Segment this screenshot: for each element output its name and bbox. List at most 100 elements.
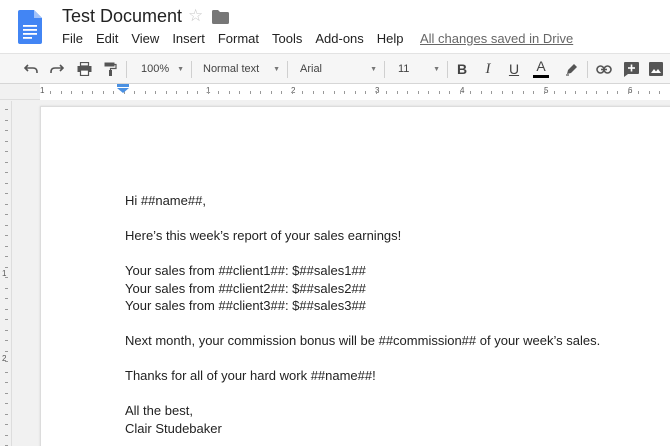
ruler-tick	[375, 91, 377, 94]
vruler-tick	[5, 287, 8, 289]
ruler-tick	[533, 91, 534, 94]
document-page[interactable]: Hi ##name##, Here’s this week’s report o…	[40, 106, 670, 446]
google-docs-window: Test Document ☆ File Edit View Insert Fo…	[0, 0, 670, 446]
ruler-tick	[60, 91, 62, 94]
vruler-tick	[5, 340, 8, 341]
ruler-tick	[449, 91, 450, 94]
italic-button[interactable]: I	[479, 54, 497, 84]
highlight-pen-icon[interactable]	[561, 54, 581, 84]
ruler-tick	[176, 91, 177, 94]
link-icon[interactable]	[593, 54, 615, 84]
doc-line-client1: Your sales from ##client1##: $##sales1##	[125, 263, 366, 278]
ruler-track: 1 1 2 3 4 5 6	[40, 84, 670, 100]
font-select[interactable]: Arial ▼	[293, 54, 379, 84]
menu-view[interactable]: View	[131, 31, 159, 47]
vruler-tick	[5, 298, 8, 299]
toolbar-divider	[287, 61, 288, 78]
ruler-tick	[144, 91, 146, 94]
font-size-select[interactable]: 11 ▼	[390, 54, 442, 84]
ruler-tick	[470, 91, 471, 94]
ruler-tick	[396, 91, 398, 94]
docs-logo-icon[interactable]	[18, 10, 42, 44]
paragraph-style-select[interactable]: Normal text ▼	[196, 54, 282, 84]
ruler-tick	[554, 91, 555, 94]
print-icon[interactable]	[74, 54, 94, 84]
ruler-tick	[50, 91, 51, 94]
star-icon[interactable]: ☆	[188, 6, 203, 26]
ruler-tick	[113, 91, 114, 94]
text-color-button[interactable]: A	[531, 54, 551, 84]
toolbar-divider	[126, 61, 127, 78]
ruler-tick	[638, 91, 639, 94]
ruler-tick	[155, 91, 156, 94]
ruler-tick	[407, 91, 408, 94]
bold-button[interactable]: B	[453, 54, 471, 84]
vruler-tick	[5, 235, 8, 236]
ruler-tick	[659, 91, 660, 94]
vruler-tick	[5, 224, 8, 226]
doc-line-blank	[125, 245, 600, 263]
vruler-tick	[5, 172, 8, 173]
underline-button[interactable]: U	[505, 54, 523, 84]
vertical-ruler[interactable]: 1 2	[0, 101, 12, 446]
ruler-tick	[270, 91, 272, 94]
ruler-tick	[260, 91, 261, 94]
document-body[interactable]: Hi ##name##, Here’s this week’s report o…	[125, 192, 600, 437]
insert-image-icon[interactable]	[646, 54, 666, 84]
undo-icon[interactable]	[22, 54, 40, 84]
ruler-tick	[239, 91, 240, 94]
indent-marker-icon[interactable]	[117, 84, 129, 93]
zoom-select[interactable]: 100% ▼	[134, 54, 186, 84]
vruler-tick	[5, 350, 8, 352]
doc-line-greeting: Hi ##name##,	[125, 193, 206, 208]
ruler-tick	[218, 91, 219, 94]
doc-line-blank	[125, 350, 600, 368]
menu-help[interactable]: Help	[377, 31, 404, 47]
paint-format-icon[interactable]	[101, 54, 119, 84]
save-status-link[interactable]: All changes saved in Drive	[420, 31, 573, 46]
menu-format[interactable]: Format	[218, 31, 259, 47]
ruler-tick	[302, 91, 303, 94]
doc-line-client3: Your sales from ##client3##: $##sales3##	[125, 298, 366, 313]
ruler-tick	[627, 91, 629, 94]
font-size-value: 11	[398, 63, 410, 75]
ruler-tick	[249, 91, 251, 94]
toolbar: 100% ▼ Normal text ▼ Arial ▼ 11 ▼ B I U …	[0, 53, 670, 84]
vruler-tick	[5, 329, 8, 331]
chevron-down-icon: ▼	[370, 65, 377, 73]
ruler-tick	[354, 91, 356, 94]
chevron-down-icon: ▼	[273, 65, 280, 73]
vruler-tick	[5, 256, 8, 257]
ruler-tick	[606, 91, 608, 94]
ruler-tick	[648, 91, 650, 94]
menu-addons[interactable]: Add-ons	[315, 31, 363, 47]
vruler-tick	[5, 214, 8, 215]
paragraph-style-value: Normal text	[203, 63, 260, 75]
menu-tools[interactable]: Tools	[272, 31, 302, 47]
folder-icon[interactable]	[212, 10, 229, 24]
redo-icon[interactable]	[48, 54, 66, 84]
ruler-tick	[386, 91, 387, 94]
menu-edit[interactable]: Edit	[96, 31, 118, 47]
toolbar-divider	[587, 61, 588, 78]
vruler-tick	[5, 151, 8, 152]
ruler-tick	[617, 91, 618, 94]
ruler-tick	[186, 91, 188, 94]
toolbar-divider	[384, 61, 385, 78]
document-title[interactable]: Test Document	[62, 6, 182, 27]
vruler-tick	[5, 434, 8, 436]
add-comment-icon[interactable]	[620, 54, 642, 84]
ruler-tick	[417, 91, 419, 94]
ruler-tick	[165, 91, 167, 94]
menu-file[interactable]: File	[62, 31, 83, 47]
menu-insert[interactable]: Insert	[172, 31, 205, 47]
vruler-tick	[5, 277, 8, 278]
ruler-tick	[344, 91, 345, 94]
toolbar-divider	[191, 61, 192, 78]
horizontal-ruler[interactable]: 1 1 2 3 4 5 6	[0, 84, 670, 100]
ruler-tick	[501, 91, 503, 94]
ruler-number: 6	[628, 86, 633, 95]
vruler-tick	[5, 161, 8, 163]
ruler-tick	[92, 91, 93, 94]
ruler-tick	[575, 91, 576, 94]
